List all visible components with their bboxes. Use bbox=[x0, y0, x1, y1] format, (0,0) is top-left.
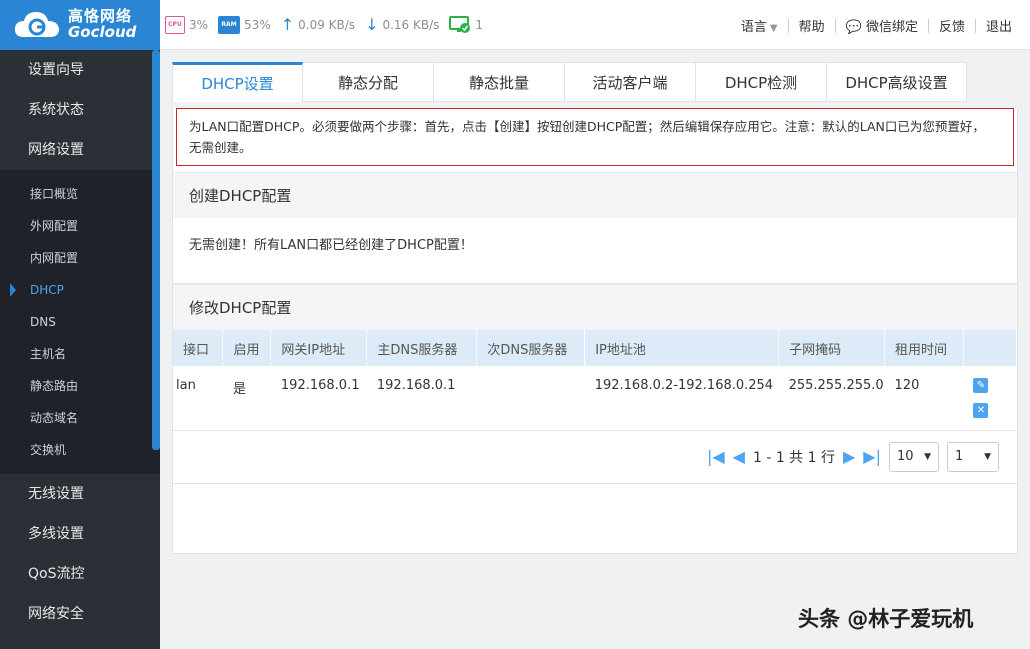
tab-dhcp-detect[interactable]: DHCP检测 bbox=[696, 62, 827, 102]
tab-dhcp-settings[interactable]: DHCP设置 bbox=[172, 62, 303, 102]
upload-rate: 0.09 KB/s bbox=[298, 17, 356, 32]
sidebar-item-qos[interactable]: QoS流控 bbox=[0, 554, 160, 594]
system-stats: CPU 3% RAM 53% ↑ 0.09 KB/s ↓ 0.16 KB/s 1 bbox=[165, 15, 483, 34]
cell-ip-pool: 192.168.0.2-192.168.0.254 bbox=[584, 366, 779, 431]
column-header: 接口 bbox=[173, 330, 224, 366]
sidebar-item-dns[interactable]: DNS bbox=[0, 306, 160, 338]
column-header: 次DNS服务器 bbox=[476, 330, 586, 366]
chevron-down-icon: ▼ bbox=[984, 451, 991, 462]
chevron-down-icon: ▼ bbox=[924, 451, 931, 462]
help-link[interactable]: 帮助 bbox=[789, 16, 835, 35]
dhcp-panel: 为LAN口配置DHCP。必须要做两个步骤：首先，点击【创建】按钮创建DHCP配置… bbox=[172, 108, 1018, 484]
sidebar-submenu: 接口概览 外网配置 内网配置 DHCP DNS 主机名 静态路由 动态域名 交换… bbox=[0, 170, 160, 474]
prev-page-icon[interactable]: ◀ bbox=[733, 447, 745, 466]
cell-lease-time: 120 bbox=[884, 366, 964, 431]
tab-bar: DHCP设置 静态分配 静态批量 活动客户端 DHCP检测 DHCP高级设置 bbox=[172, 62, 1018, 102]
cell-actions: ✎ ✕ bbox=[963, 366, 1017, 431]
chevron-down-icon: ▼ bbox=[769, 23, 778, 34]
sidebar-item-lan[interactable]: 内网配置 bbox=[0, 242, 160, 274]
next-page-icon[interactable]: ▶ bbox=[843, 447, 855, 466]
language-menu[interactable]: 语言 ▼ bbox=[731, 16, 788, 35]
ram-usage: 53% bbox=[244, 17, 271, 32]
sidebar-item-switch[interactable]: 交换机 bbox=[0, 434, 160, 466]
feedback-link[interactable]: 反馈 bbox=[929, 16, 975, 35]
sidebar-item-wireless[interactable]: 无线设置 bbox=[0, 474, 160, 514]
sidebar-item-security[interactable]: 网络安全 bbox=[0, 594, 160, 634]
ram-icon: RAM bbox=[218, 15, 241, 34]
download-rate: 0.16 KB/s bbox=[382, 17, 440, 32]
page-size-select[interactable]: 10 ▼ bbox=[889, 441, 939, 472]
first-page-icon[interactable]: |◀ bbox=[707, 447, 725, 466]
logout-link[interactable]: 退出 bbox=[976, 16, 1022, 35]
column-header: 启用 bbox=[222, 330, 272, 366]
brand-en: Gocloud bbox=[68, 23, 137, 41]
cpu-usage: 3% bbox=[189, 17, 209, 32]
column-header-actions bbox=[963, 330, 1018, 366]
connected-devices-icon bbox=[449, 15, 471, 33]
panel-footer bbox=[172, 483, 1018, 554]
upload-arrow-icon: ↑ bbox=[280, 15, 295, 34]
page-info: 1 - 1 共 1 行 bbox=[752, 449, 835, 466]
modify-section-title: 修改DHCP配置 bbox=[173, 284, 1017, 330]
tab-static-batch[interactable]: 静态批量 bbox=[434, 62, 565, 102]
main-content: DHCP设置 静态分配 静态批量 活动客户端 DHCP检测 DHCP高级设置 为… bbox=[172, 62, 1018, 554]
table-row: lan 是 192.168.0.1 192.168.0.1 192.168.0.… bbox=[173, 366, 1017, 431]
cell-subnet-mask: 255.255.255.0 bbox=[778, 366, 885, 431]
page-number-select[interactable]: 1 ▼ bbox=[947, 441, 999, 472]
column-header: 主DNS服务器 bbox=[366, 330, 478, 366]
cell-interface: lan bbox=[173, 366, 223, 431]
sidebar-item-network-settings[interactable]: 网络设置 bbox=[0, 130, 160, 170]
logo[interactable]: 高恪网络 Gocloud bbox=[0, 0, 160, 50]
tab-dhcp-advanced[interactable]: DHCP高级设置 bbox=[827, 62, 967, 102]
sidebar-item-dhcp[interactable]: DHCP bbox=[0, 274, 160, 306]
cloud-logo-icon bbox=[14, 12, 59, 37]
sidebar-item-system-status[interactable]: 系统状态 bbox=[0, 90, 160, 130]
cpu-icon: CPU bbox=[165, 15, 185, 34]
create-message: 无需创建！所有LAN口都已经创建了DHCP配置！ bbox=[173, 218, 1017, 284]
sidebar-item-static-route[interactable]: 静态路由 bbox=[0, 370, 160, 402]
pagination: |◀ ◀ 1 - 1 共 1 行 ▶ ▶| 10 ▼ 1 ▼ bbox=[173, 431, 1017, 483]
top-bar: 高恪网络 Gocloud CPU 3% RAM 53% ↑ 0.09 KB/s … bbox=[0, 0, 1030, 50]
tab-static-assign[interactable]: 静态分配 bbox=[303, 62, 434, 102]
cell-enabled: 是 bbox=[222, 366, 271, 431]
column-header: 网关IP地址 bbox=[270, 330, 368, 366]
device-count: 1 bbox=[475, 17, 484, 32]
cell-dns2 bbox=[476, 366, 585, 431]
dhcp-table: 接口 启用 网关IP地址 主DNS服务器 次DNS服务器 IP地址池 子网掩码 … bbox=[173, 330, 1018, 431]
tab-active-clients[interactable]: 活动客户端 bbox=[565, 62, 696, 102]
table-header: 接口 启用 网关IP地址 主DNS服务器 次DNS服务器 IP地址池 子网掩码 … bbox=[173, 330, 1018, 366]
top-menu: 语言 ▼ 帮助 💬 微信绑定 反馈 退出 bbox=[731, 16, 1022, 35]
column-header: 租用时间 bbox=[884, 330, 964, 366]
download-arrow-icon: ↓ bbox=[365, 15, 379, 34]
cell-dns1: 192.168.0.1 bbox=[366, 366, 477, 431]
create-section-title: 创建DHCP配置 bbox=[173, 172, 1017, 218]
sidebar-item-interfaces[interactable]: 接口概览 bbox=[0, 178, 160, 210]
sidebar: 设置向导 系统状态 网络设置 接口概览 外网配置 内网配置 DHCP DNS 主… bbox=[0, 50, 160, 649]
column-header: IP地址池 bbox=[584, 330, 780, 366]
edit-icon[interactable]: ✎ bbox=[973, 378, 989, 393]
sidebar-item-hostname[interactable]: 主机名 bbox=[0, 338, 160, 370]
sidebar-item-multiwan[interactable]: 多线设置 bbox=[0, 514, 160, 554]
sidebar-item-ddns[interactable]: 动态域名 bbox=[0, 402, 160, 434]
column-header: 子网掩码 bbox=[778, 330, 886, 366]
notice-box: 为LAN口配置DHCP。必须要做两个步骤：首先，点击【创建】按钮创建DHCP配置… bbox=[176, 108, 1014, 166]
wechat-bind-link[interactable]: 💬 微信绑定 bbox=[836, 16, 928, 35]
last-page-icon[interactable]: ▶| bbox=[863, 447, 881, 466]
sidebar-item-wan[interactable]: 外网配置 bbox=[0, 210, 160, 242]
watermark: 头条 @林子爱玩机 bbox=[798, 607, 974, 631]
cell-gateway: 192.168.0.1 bbox=[270, 366, 367, 431]
sidebar-item-setup-wizard[interactable]: 设置向导 bbox=[0, 50, 160, 90]
wechat-icon: 💬 bbox=[845, 20, 862, 35]
delete-icon[interactable]: ✕ bbox=[973, 403, 989, 418]
